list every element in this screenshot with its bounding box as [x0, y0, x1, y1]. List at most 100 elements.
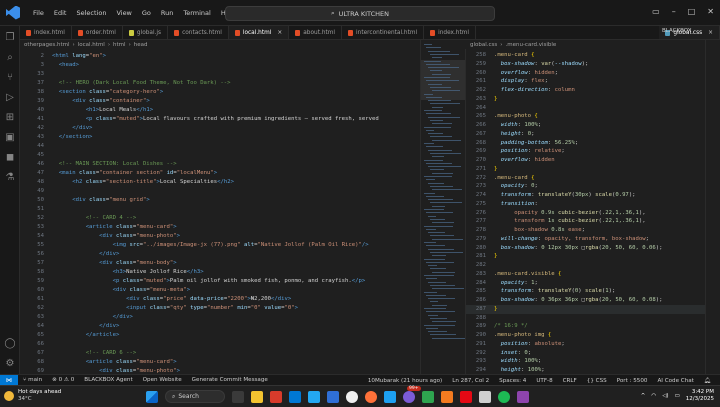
remote-explorer-icon[interactable]: ▣	[4, 132, 16, 144]
code-line[interactable]: 47 <main class="container section" id="l…	[20, 169, 420, 178]
tab-global-js[interactable]: global.js	[123, 26, 169, 39]
task-view-icon[interactable]	[232, 390, 244, 403]
wifi-icon[interactable]: ◠	[651, 393, 656, 399]
code-line[interactable]: 56 </div>	[20, 250, 420, 259]
app-red-icon[interactable]	[460, 390, 472, 403]
tab-index-html[interactable]: index.html	[424, 26, 477, 39]
search-icon[interactable]: ⌕	[4, 52, 16, 64]
code-line[interactable]: 69 <div class="menu-photo">	[20, 367, 420, 374]
menu-item-file[interactable]: File	[28, 9, 49, 17]
blackbox-panel-label[interactable]: BLACKBOX	[662, 28, 692, 34]
git-blame-status[interactable]: 10Mubarak (21 hours ago)	[363, 378, 447, 384]
eol-status[interactable]: CRLF	[558, 378, 582, 384]
code-line[interactable]: 60 <div class="menu-meta">	[20, 286, 420, 295]
menu-item-terminal[interactable]: Terminal	[178, 9, 215, 17]
notification-bell-icon[interactable]: 🔔︎	[699, 378, 716, 384]
code-line[interactable]: 52 <!-- CARD 4 -->	[20, 214, 420, 223]
code-line[interactable]: 48 <h2 class="section-title">Local Speci…	[20, 178, 420, 187]
breadcrumb-item[interactable]: otherpages.html	[24, 42, 70, 48]
problems-status[interactable]: ⊗ 0 ⚠ 0	[47, 377, 79, 383]
code-line[interactable]: 37 <!-- HERO (Dark Local Food Theme, Not…	[20, 79, 420, 88]
code-line[interactable]: 66	[20, 340, 420, 349]
battery-icon[interactable]: ▭	[675, 393, 680, 399]
menu-item-run[interactable]: Run	[156, 9, 178, 17]
edge-browser-icon[interactable]	[289, 390, 301, 403]
menu-item-edit[interactable]: Edit	[49, 9, 72, 17]
code-line[interactable]: 294 height: 100%;	[466, 366, 705, 374]
chrome-icon[interactable]	[346, 390, 358, 403]
language-status[interactable]: {} CSS	[582, 378, 612, 384]
code-line[interactable]: 59 <p class="muted">Palm oil jollof with…	[20, 277, 420, 286]
code-line[interactable]: 2 <html lang="en">	[20, 52, 420, 61]
tab-about-html[interactable]: about.html	[289, 26, 343, 39]
telegram-icon[interactable]	[384, 390, 396, 403]
code-line[interactable]: 68 <article class="menu-card">	[20, 358, 420, 367]
live-server-port-status[interactable]: Port : 5500	[612, 378, 653, 384]
code-line[interactable]: 50 <div class="menu grid">	[20, 196, 420, 205]
tab-index-html[interactable]: index.html	[20, 26, 72, 39]
clock[interactable]: 3:42 PM 12/3/2025	[686, 389, 714, 403]
firefox-icon[interactable]	[365, 390, 377, 403]
code-line[interactable]: 62 <input class="qty" type="number" min=…	[20, 304, 420, 313]
code-line[interactable]: 67 <!-- CARD 6 -->	[20, 349, 420, 358]
word-icon[interactable]	[327, 390, 339, 403]
app-orange-icon[interactable]	[441, 390, 453, 403]
ai-chat-status[interactable]: AI Code Chat	[652, 378, 698, 384]
code-line[interactable]: 41 <p class="muted">Local flavours craft…	[20, 115, 420, 124]
testing-icon[interactable]: ⚗	[4, 172, 16, 184]
close-tab-icon[interactable]: ×	[708, 30, 713, 36]
breadcrumb-item[interactable]: head	[134, 42, 148, 48]
chevron-up-icon[interactable]: ^	[641, 393, 646, 399]
layout-icon[interactable]: ▭	[652, 7, 660, 16]
code-line[interactable]: 53 <article class="menu-card">	[20, 223, 420, 232]
code-line[interactable]: 61 <div class="price" data-price="2200">…	[20, 295, 420, 304]
run-debug-icon[interactable]: ▷	[4, 92, 16, 104]
close-button[interactable]: ✕	[707, 7, 714, 16]
account-icon[interactable]: ◯	[4, 338, 16, 350]
command-center-search[interactable]: ⌕ ULTRA KITCHEN	[225, 6, 495, 21]
minimize-button[interactable]: –	[672, 7, 676, 16]
code-line[interactable]: 51	[20, 205, 420, 214]
spotify-icon[interactable]	[498, 390, 510, 403]
breadcrumb-item[interactable]: html	[113, 42, 126, 48]
code-line[interactable]: 40 <h1>Local Meals</h1>	[20, 106, 420, 115]
code-line[interactable]: 3 <head>	[20, 61, 420, 70]
app-purple-icon[interactable]	[517, 390, 529, 403]
html-editor[interactable]: 2 <html lang="en"> 3 <head> 33 37 <!-- HERO …	[20, 49, 420, 374]
minimap-right[interactable]: BLACKBOX	[662, 28, 720, 374]
gear-icon[interactable]: ⚙	[4, 358, 16, 370]
vscode-taskbar-icon[interactable]	[308, 390, 320, 403]
explorer-icon[interactable]: ❐	[4, 32, 16, 44]
code-line[interactable]: 38 <section class="category-hero">	[20, 88, 420, 97]
remote-indicator-icon[interactable]: ⋈	[0, 374, 18, 386]
close-tab-icon[interactable]: ×	[277, 30, 282, 36]
source-control-icon[interactable]: ⑂	[4, 72, 16, 84]
weather-widget[interactable]: Hot days ahead 34°C	[4, 389, 61, 403]
windows-start-icon[interactable]	[146, 390, 158, 403]
code-line[interactable]: 33	[20, 70, 420, 79]
open-website-status[interactable]: Open Website	[138, 377, 187, 383]
code-line[interactable]: 57 <div class="menu-body">	[20, 259, 420, 268]
indent-status[interactable]: Spaces: 4	[494, 378, 531, 384]
maximize-button[interactable]: □	[688, 7, 696, 16]
brave-browser-icon[interactable]	[270, 390, 282, 403]
extensions-icon[interactable]: ⊞	[4, 112, 16, 124]
messenger-icon[interactable]: 99+	[403, 385, 421, 403]
code-line[interactable]: 46 <!-- MAIN SECTION: Local Dishes -->	[20, 160, 420, 169]
code-line[interactable]: 45	[20, 151, 420, 160]
code-line[interactable]: 44	[20, 142, 420, 151]
code-line[interactable]: 39 <div class="container">	[20, 97, 420, 106]
tab-contacts-html[interactable]: contacts.html	[168, 26, 229, 39]
code-line[interactable]: 42 </div>	[20, 124, 420, 133]
code-line[interactable]: 63 </div>	[20, 313, 420, 322]
minimap-left[interactable]	[420, 40, 465, 374]
blackbox-agent-status[interactable]: BLACKBOX Agent	[79, 377, 137, 383]
code-line[interactable]: 64 </div>	[20, 322, 420, 331]
blackbox-icon[interactable]: ◼	[4, 152, 16, 164]
taskbar-search[interactable]: ⌕ Search	[165, 390, 225, 403]
encoding-status[interactable]: UTF-8	[531, 378, 557, 384]
code-line[interactable]: 43 </section>	[20, 133, 420, 142]
css-editor[interactable]: 258 .menu-card {259 box-shadow: var(--sha…	[465, 49, 705, 374]
code-line[interactable]: 55 <img src="../images/Image-jx (77).png…	[20, 241, 420, 250]
app-grey-icon[interactable]	[479, 390, 491, 403]
